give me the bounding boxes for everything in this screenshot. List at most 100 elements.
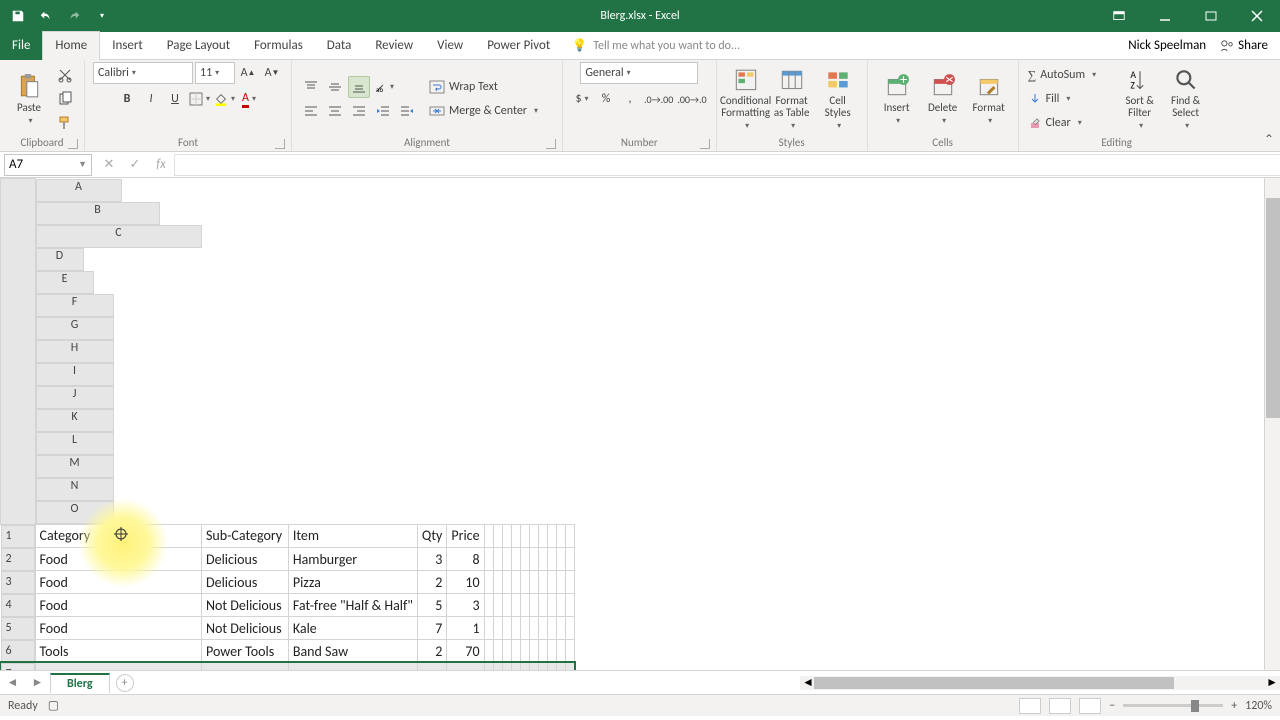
- cell-K4[interactable]: [529, 594, 538, 617]
- cell-G5[interactable]: [493, 617, 502, 640]
- cell-B2[interactable]: Delicious: [202, 548, 289, 571]
- cell-D5[interactable]: 7: [417, 617, 446, 640]
- cell-C6[interactable]: Band Saw: [288, 640, 417, 663]
- cell-K3[interactable]: [529, 571, 538, 594]
- row-header-7[interactable]: 7: [1, 663, 35, 671]
- cell-C3[interactable]: Pizza: [288, 571, 417, 594]
- cell-J2[interactable]: [520, 548, 529, 571]
- cell-N5[interactable]: [556, 617, 565, 640]
- cell-A7[interactable]: [35, 663, 202, 671]
- zoom-slider[interactable]: [1123, 704, 1223, 707]
- cell-B1[interactable]: Sub-Category: [202, 524, 289, 548]
- cell-F4[interactable]: [484, 594, 493, 617]
- collapse-ribbon-icon[interactable]: ⌃: [1264, 132, 1274, 147]
- cell-N7[interactable]: [556, 663, 565, 671]
- cell-H1[interactable]: [502, 524, 511, 548]
- cell-E6[interactable]: 70: [447, 640, 484, 663]
- cell-J5[interactable]: [520, 617, 529, 640]
- cell-K7[interactable]: [529, 663, 538, 671]
- cell-N3[interactable]: [556, 571, 565, 594]
- align-left-button[interactable]: [300, 100, 322, 122]
- cell-K2[interactable]: [529, 548, 538, 571]
- find-select-button[interactable]: Find & Select: [1165, 66, 1207, 132]
- col-header-C[interactable]: C: [36, 225, 202, 248]
- cell-G1[interactable]: [493, 524, 502, 548]
- cell-K6[interactable]: [529, 640, 538, 663]
- cell-F1[interactable]: [484, 524, 493, 548]
- number-format-combo[interactable]: General: [580, 62, 698, 84]
- conditional-formatting-button[interactable]: Conditional Formatting: [725, 66, 767, 132]
- cell-E7[interactable]: [447, 663, 484, 671]
- cancel-formula-icon[interactable]: ✕: [96, 157, 122, 172]
- fill-color-button[interactable]: [213, 88, 236, 110]
- cell-I2[interactable]: [511, 548, 520, 571]
- font-color-button[interactable]: A: [238, 88, 260, 110]
- cell-F3[interactable]: [484, 571, 493, 594]
- zoom-out-button[interactable]: −: [1109, 699, 1115, 713]
- align-top-button[interactable]: [300, 76, 322, 98]
- cell-E1[interactable]: Price: [447, 524, 484, 548]
- format-cells-button[interactable]: Format: [968, 66, 1010, 132]
- new-sheet-button[interactable]: +: [116, 674, 134, 692]
- cell-A5[interactable]: Food: [35, 617, 202, 640]
- cell-O1[interactable]: [565, 524, 574, 548]
- macro-record-icon[interactable]: ▢: [48, 698, 59, 713]
- cell-F7[interactable]: [484, 663, 493, 671]
- cell-G2[interactable]: [493, 548, 502, 571]
- merge-center-button[interactable]: Merge & Center: [428, 100, 554, 122]
- cell-B6[interactable]: Power Tools: [202, 640, 289, 663]
- share-button[interactable]: Share: [1220, 38, 1268, 53]
- horizontal-scrollbar[interactable]: ◄ ►: [800, 676, 1280, 690]
- cell-O5[interactable]: [565, 617, 574, 640]
- vertical-scrollbar[interactable]: [1264, 178, 1280, 670]
- cell-F2[interactable]: [484, 548, 493, 571]
- italic-button[interactable]: I: [140, 88, 162, 110]
- tab-data[interactable]: Data: [315, 32, 364, 60]
- cell-F6[interactable]: [484, 640, 493, 663]
- tab-view[interactable]: View: [425, 32, 475, 60]
- col-header-D[interactable]: D: [36, 248, 84, 271]
- fill-button[interactable]: Fill: [1027, 88, 1097, 110]
- cell-J1[interactable]: [520, 524, 529, 548]
- cell-K1[interactable]: [529, 524, 538, 548]
- pagebreak-view-button[interactable]: [1079, 698, 1101, 714]
- decrease-decimal-button[interactable]: .00→.0: [676, 88, 707, 110]
- col-header-H[interactable]: H: [36, 340, 114, 363]
- sort-filter-button[interactable]: AZSort & Filter: [1119, 66, 1161, 132]
- cell-D7[interactable]: [417, 663, 446, 671]
- border-button[interactable]: [188, 88, 211, 110]
- cell-L6[interactable]: [538, 640, 547, 663]
- minimize-icon[interactable]: [1142, 0, 1188, 32]
- cell-H2[interactable]: [502, 548, 511, 571]
- underline-button[interactable]: U: [164, 88, 186, 110]
- pagelayout-view-button[interactable]: [1049, 698, 1071, 714]
- cell-J7[interactable]: [520, 663, 529, 671]
- cell-I5[interactable]: [511, 617, 520, 640]
- cell-J3[interactable]: [520, 571, 529, 594]
- align-middle-button[interactable]: [324, 76, 346, 98]
- cell-H3[interactable]: [502, 571, 511, 594]
- col-header-N[interactable]: N: [36, 478, 114, 501]
- cell-H6[interactable]: [502, 640, 511, 663]
- grow-font-button[interactable]: A▲: [237, 62, 259, 84]
- close-icon[interactable]: [1234, 0, 1280, 32]
- zoom-level[interactable]: 120%: [1245, 699, 1272, 713]
- formula-input[interactable]: [174, 154, 1280, 176]
- spreadsheet-grid[interactable]: ABCDEFGHIJKLMNO1CategorySub-CategoryItem…: [0, 178, 575, 670]
- cell-G4[interactable]: [493, 594, 502, 617]
- cell-L2[interactable]: [538, 548, 547, 571]
- cell-D2[interactable]: 3: [417, 548, 446, 571]
- autosum-button[interactable]: ∑AutoSum: [1027, 64, 1115, 86]
- cell-E2[interactable]: 8: [447, 548, 484, 571]
- tab-review[interactable]: Review: [363, 32, 425, 60]
- indent-button[interactable]: [396, 100, 418, 122]
- align-center-button[interactable]: [324, 100, 346, 122]
- format-table-button[interactable]: Format as Table: [771, 66, 813, 132]
- cell-D6[interactable]: 2: [417, 640, 446, 663]
- cell-B4[interactable]: Not Delicious: [202, 594, 289, 617]
- cell-M7[interactable]: [547, 663, 556, 671]
- undo-icon[interactable]: [36, 6, 56, 26]
- percent-button[interactable]: %: [595, 88, 617, 110]
- delete-cells-button[interactable]: Delete: [922, 66, 964, 132]
- cell-M2[interactable]: [547, 548, 556, 571]
